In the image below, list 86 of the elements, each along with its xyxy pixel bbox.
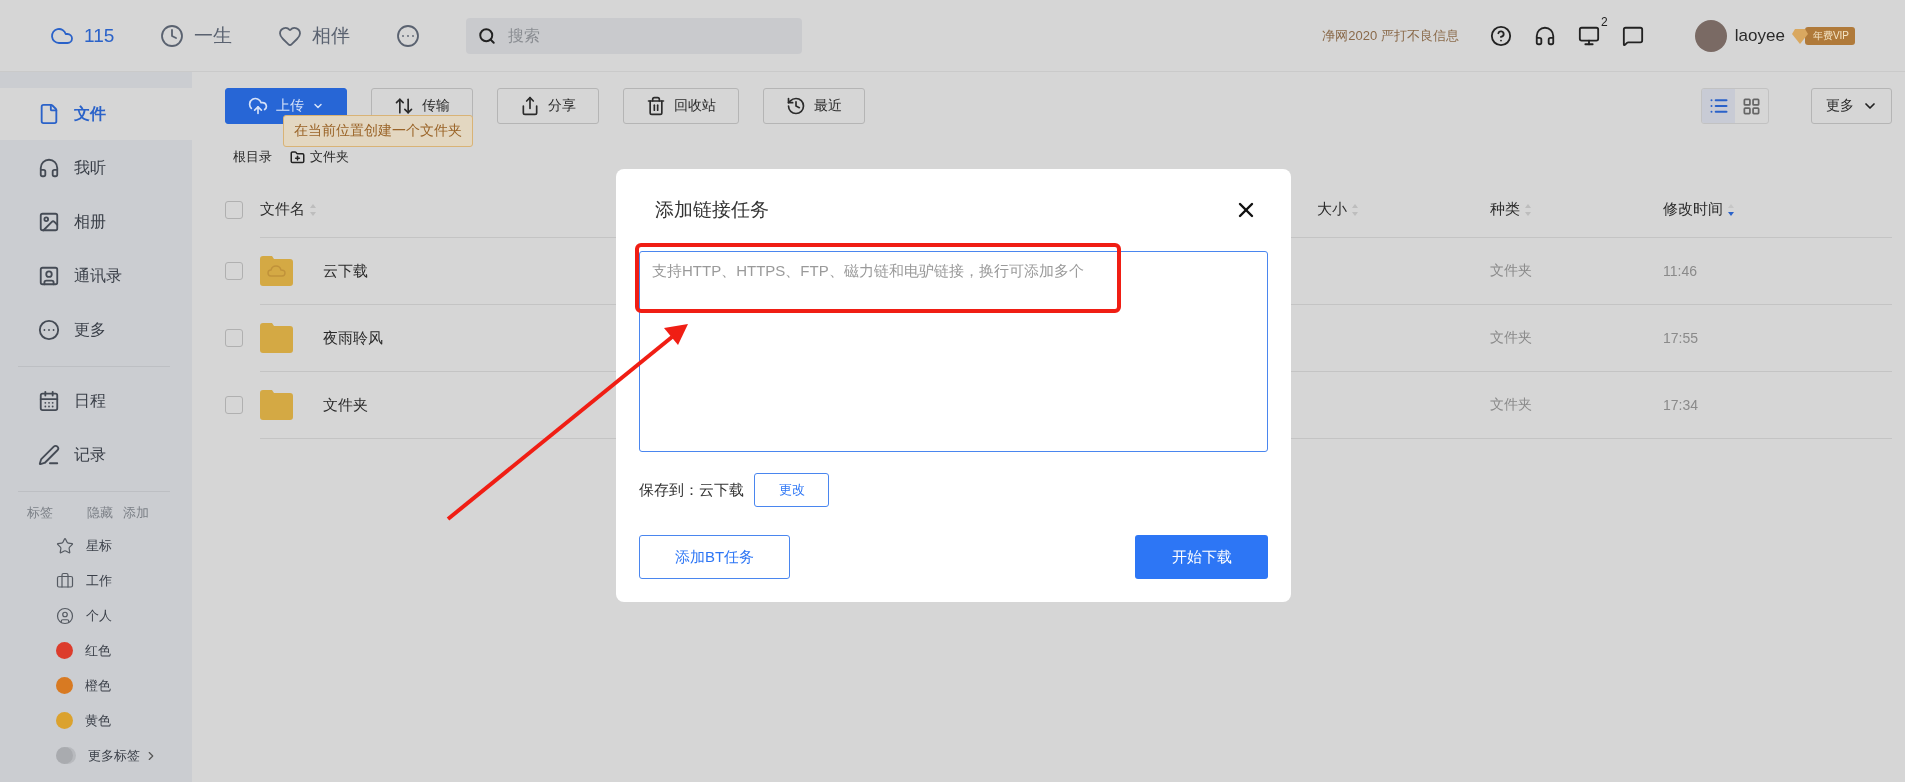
tag-item[interactable]: 工作 <box>0 563 192 598</box>
add-bt-button[interactable]: 添加BT任务 <box>639 535 790 579</box>
tag-item[interactable]: 更多标签 <box>0 738 192 773</box>
tag-item[interactable]: 个人 <box>0 598 192 633</box>
search-icon <box>478 26 497 45</box>
more-icon <box>38 319 60 341</box>
device-count: 2 <box>1601 14 1608 29</box>
tooltip: 在当前位置创建一个文件夹 <box>283 115 473 147</box>
more-button[interactable]: 更多 <box>1811 88 1892 124</box>
user-name[interactable]: laoyee <box>1734 25 1785 46</box>
trash-icon <box>646 96 666 116</box>
start-download-button[interactable]: 开始下载 <box>1135 535 1268 579</box>
tag-item[interactable]: 星标 <box>0 528 192 563</box>
tags-heading: 标签 <box>27 504 53 522</box>
grid-icon <box>1742 96 1761 116</box>
column-header[interactable]: 修改时间 <box>1663 200 1723 219</box>
vip-badge: 年费VIP <box>1804 26 1855 45</box>
notice-link[interactable]: 净网2020 严打不良信息 <box>1322 26 1459 45</box>
headphones-icon <box>38 157 60 179</box>
contact-icon <box>38 265 60 287</box>
column-header[interactable]: 种类 <box>1490 200 1520 219</box>
tag-item[interactable]: 黄色 <box>0 703 192 738</box>
pen-icon <box>38 444 60 466</box>
history-icon <box>786 96 806 116</box>
clock-icon <box>160 23 185 48</box>
headphones-icon[interactable] <box>1533 24 1556 47</box>
sidebar-item[interactable]: 我听 <box>0 142 192 194</box>
star-icon <box>56 536 74 555</box>
search-field[interactable]: 搜索 <box>466 17 803 54</box>
change-button[interactable]: 更改 <box>754 473 829 507</box>
sidebar-item[interactable]: 相册 <box>0 196 192 248</box>
cloud-folder-icon <box>260 256 293 286</box>
message-icon[interactable] <box>1621 24 1644 47</box>
nav-tab[interactable]: 一生 <box>160 22 233 49</box>
select-all-checkbox[interactable] <box>225 200 243 219</box>
tag-item[interactable]: 红色 <box>0 633 192 668</box>
sidebar-item[interactable]: 记录 <box>0 429 192 481</box>
nav-tab[interactable]: 115 <box>50 23 115 48</box>
sidebar-item[interactable]: 文件 <box>0 88 192 140</box>
briefcase-icon <box>56 571 74 590</box>
diamond-icon <box>1790 26 1809 45</box>
image-icon <box>38 211 60 233</box>
avatar[interactable] <box>1694 19 1727 52</box>
nav-tab[interactable]: 相伴 <box>278 22 351 49</box>
folder-plus-icon <box>290 149 305 165</box>
folder-icon <box>260 323 293 353</box>
modified-time: 11:46 <box>1663 263 1697 279</box>
monitor-icon[interactable] <box>1577 24 1600 47</box>
toolbar-button[interactable]: 回收站 <box>623 88 739 124</box>
row-checkbox[interactable] <box>225 262 243 280</box>
more-icon[interactable] <box>396 23 421 48</box>
file-name[interactable]: 文件夹 <box>323 395 368 415</box>
folder-icon <box>260 390 293 420</box>
transfer-icon <box>394 96 414 116</box>
sort-icon[interactable] <box>1727 202 1735 217</box>
dialog-title: 添加链接任务 <box>655 198 769 222</box>
toolbar-button[interactable]: 分享 <box>497 88 599 124</box>
modified-time: 17:55 <box>1663 330 1699 346</box>
new-folder-link[interactable]: 文件夹 <box>290 148 349 166</box>
stacked-dots-icon <box>56 747 76 764</box>
breadcrumb-link[interactable]: 根目录 <box>233 148 272 166</box>
help-icon[interactable] <box>1489 24 1512 47</box>
file-type: 文件夹 <box>1490 329 1532 347</box>
file-type: 文件夹 <box>1490 262 1532 280</box>
column-header[interactable]: 大小 <box>1317 200 1347 219</box>
file-name[interactable]: 云下载 <box>323 261 368 281</box>
sidebar-item[interactable]: 更多 <box>0 304 192 356</box>
modified-time: 17:34 <box>1663 397 1699 413</box>
sidebar-item[interactable]: 通讯录 <box>0 250 192 302</box>
share-icon <box>520 96 540 116</box>
row-checkbox[interactable] <box>225 396 243 414</box>
person-icon <box>56 606 74 625</box>
save-location: 保存到：云下载 <box>639 480 744 500</box>
file-icon <box>38 103 60 125</box>
calendar-icon <box>38 390 60 412</box>
sidebar-item[interactable]: 日程 <box>0 375 192 427</box>
list-view-button[interactable] <box>1702 89 1735 123</box>
row-checkbox[interactable] <box>225 329 243 347</box>
list-icon <box>1708 96 1729 116</box>
column-header[interactable]: 文件名 <box>260 200 305 219</box>
file-name[interactable]: 夜雨聆风 <box>323 328 383 348</box>
toolbar-button[interactable]: 最近 <box>763 88 865 124</box>
tag-item[interactable]: 橙色 <box>0 668 192 703</box>
upload-icon <box>248 96 268 116</box>
file-type: 文件夹 <box>1490 396 1532 414</box>
link-input-field[interactable]: 支持HTTP、HTTPS、FTP、磁力链和电驴链接，换行可添加多个 <box>639 251 1268 452</box>
